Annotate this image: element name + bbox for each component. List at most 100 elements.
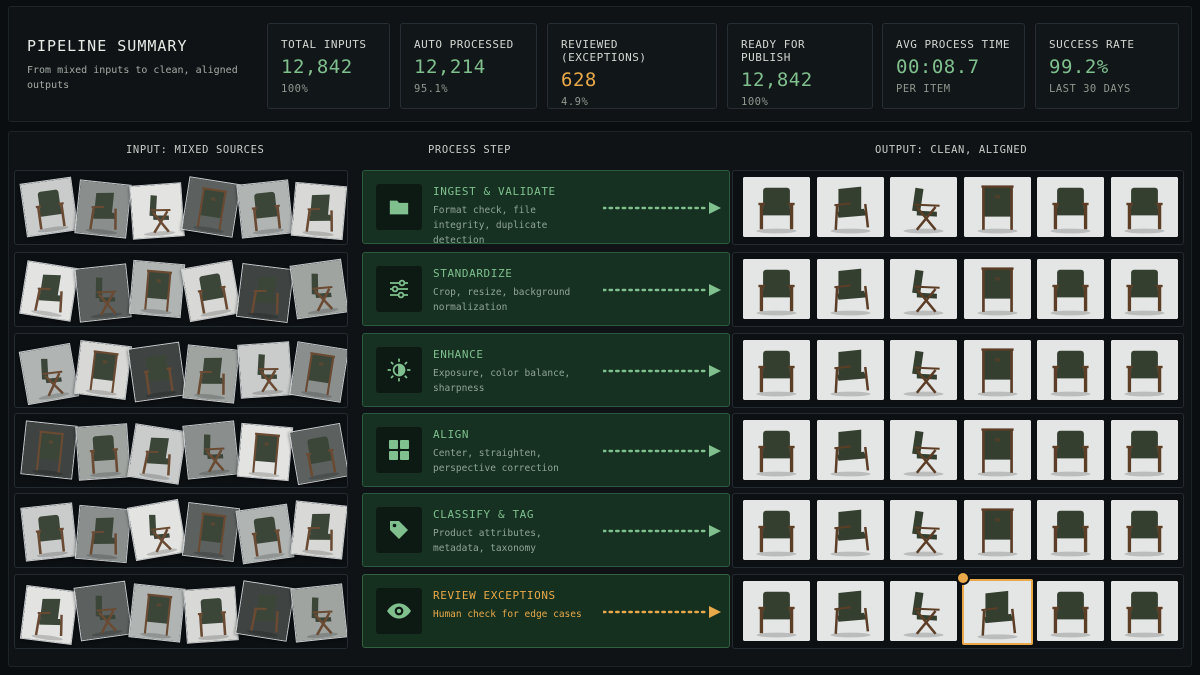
output-photo[interactable] bbox=[743, 500, 810, 560]
input-photo[interactable] bbox=[128, 583, 186, 643]
input-photo[interactable] bbox=[73, 340, 133, 400]
stat-total-inputs: TOTAL INPUTS 12,842 100% bbox=[267, 23, 390, 109]
input-photo[interactable] bbox=[74, 504, 132, 564]
output-photo[interactable] bbox=[743, 581, 810, 641]
output-photo[interactable] bbox=[1037, 420, 1104, 480]
page-title: PIPELINE SUMMARY bbox=[27, 37, 188, 55]
input-photo[interactable] bbox=[183, 586, 239, 644]
output-photo[interactable] bbox=[963, 500, 1031, 560]
output-photo[interactable] bbox=[743, 259, 810, 319]
input-photo[interactable] bbox=[20, 420, 78, 480]
input-photo[interactable] bbox=[237, 341, 293, 399]
input-photo[interactable] bbox=[181, 502, 241, 562]
output-photo[interactable] bbox=[1037, 340, 1104, 400]
input-photo[interactable] bbox=[18, 342, 80, 406]
output-photo[interactable] bbox=[890, 177, 957, 237]
input-photo[interactable] bbox=[20, 502, 78, 562]
output-photo[interactable] bbox=[1037, 177, 1104, 237]
input-photo[interactable] bbox=[74, 263, 132, 323]
process-step-card[interactable]: INGEST & VALIDATE Format check, file int… bbox=[362, 170, 730, 246]
flow-arrow-icon bbox=[603, 445, 721, 457]
output-photo[interactable] bbox=[890, 420, 957, 480]
output-photo[interactable] bbox=[963, 177, 1031, 237]
process-step-card[interactable]: ALIGN Center, straighten, perspective co… bbox=[362, 413, 730, 487]
stat-sub: 95.1% bbox=[414, 83, 449, 95]
process-step-card[interactable]: STANDARDIZE Crop, resize, background nor… bbox=[362, 252, 730, 326]
output-strip bbox=[732, 571, 1184, 649]
flow-arrow-icon bbox=[603, 365, 721, 377]
output-photo[interactable] bbox=[1037, 500, 1104, 560]
input-photo[interactable] bbox=[290, 181, 347, 241]
input-photo[interactable] bbox=[182, 344, 240, 404]
output-photo[interactable] bbox=[816, 581, 884, 641]
process-step-card[interactable]: ENHANCE Exposure, color balance, sharpne… bbox=[362, 333, 730, 407]
flow-arrow-icon bbox=[603, 202, 721, 214]
output-photo[interactable] bbox=[816, 420, 884, 480]
output-photo[interactable] bbox=[816, 340, 884, 400]
output-photo[interactable] bbox=[963, 259, 1031, 319]
stat-label: TOTAL INPUTS bbox=[281, 38, 367, 51]
step-title: INGEST & VALIDATE bbox=[433, 185, 556, 198]
input-photo[interactable] bbox=[289, 341, 347, 403]
input-photo[interactable] bbox=[75, 423, 131, 481]
input-photo[interactable] bbox=[182, 420, 240, 480]
step-description: Human check for edge cases bbox=[433, 609, 582, 620]
input-photo[interactable] bbox=[127, 341, 187, 403]
stat-value: 12,214 bbox=[414, 56, 486, 78]
output-photo[interactable] bbox=[890, 340, 957, 400]
output-photo[interactable] bbox=[1037, 581, 1104, 641]
input-photo[interactable] bbox=[236, 422, 294, 482]
step-description: Crop, resize, background normalization bbox=[433, 287, 571, 313]
output-photo[interactable] bbox=[1110, 581, 1178, 641]
output-photo[interactable] bbox=[1110, 177, 1178, 237]
stat-sub: PER ITEM bbox=[896, 83, 951, 95]
input-photo[interactable] bbox=[126, 498, 188, 562]
output-photo[interactable] bbox=[816, 500, 884, 560]
input-photo[interactable] bbox=[181, 176, 241, 238]
process-step-card[interactable]: CLASSIFY & TAG Product attributes, metad… bbox=[362, 493, 730, 567]
output-photo[interactable] bbox=[1110, 259, 1178, 319]
output-photo[interactable] bbox=[1110, 420, 1178, 480]
input-strip bbox=[14, 170, 348, 245]
stat-label: READY FOR PUBLISH bbox=[741, 38, 806, 64]
input-photo[interactable] bbox=[73, 580, 133, 642]
process-step-card[interactable]: REVIEW EXCEPTIONS Human check for edge c… bbox=[362, 574, 730, 648]
input-photo[interactable] bbox=[129, 182, 185, 240]
input-photo[interactable] bbox=[19, 176, 79, 238]
input-photo[interactable] bbox=[19, 585, 79, 645]
input-photo[interactable] bbox=[235, 263, 295, 323]
stat-sub: 100% bbox=[741, 96, 769, 108]
input-photo[interactable] bbox=[236, 179, 294, 239]
output-photo[interactable] bbox=[816, 259, 884, 319]
input-photo[interactable] bbox=[290, 583, 347, 643]
stat-label: REVIEWED (EXCEPTIONS) bbox=[561, 38, 647, 64]
output-photo[interactable] bbox=[743, 340, 810, 400]
input-photo[interactable] bbox=[127, 423, 187, 485]
output-photo[interactable] bbox=[816, 177, 884, 237]
input-photo[interactable] bbox=[235, 580, 295, 642]
input-photo[interactable] bbox=[180, 259, 242, 323]
input-photo[interactable] bbox=[288, 422, 347, 486]
output-photo-flagged[interactable] bbox=[962, 579, 1033, 645]
output-photo[interactable] bbox=[963, 340, 1031, 400]
input-photo[interactable] bbox=[290, 500, 347, 560]
output-photo[interactable] bbox=[743, 420, 810, 480]
output-photo[interactable] bbox=[963, 420, 1031, 480]
step-description: Center, straighten, perspective correcti… bbox=[433, 448, 559, 474]
input-strip bbox=[14, 574, 348, 649]
output-photo[interactable] bbox=[1110, 340, 1178, 400]
output-photo[interactable] bbox=[1110, 500, 1178, 560]
output-photo[interactable] bbox=[890, 500, 957, 560]
output-photo[interactable] bbox=[890, 259, 957, 319]
input-photo[interactable] bbox=[289, 258, 347, 320]
output-photo[interactable] bbox=[890, 581, 957, 641]
output-photo[interactable] bbox=[1037, 259, 1104, 319]
input-photo[interactable] bbox=[235, 503, 295, 565]
input-photo[interactable] bbox=[74, 179, 132, 239]
input-photo[interactable] bbox=[19, 260, 79, 322]
step-description: Format check, file integrity, duplicate … bbox=[433, 205, 548, 246]
stat-label: AVG PROCESS TIME bbox=[896, 38, 1010, 51]
output-strip bbox=[732, 252, 1184, 327]
input-photo[interactable] bbox=[128, 259, 186, 319]
output-photo[interactable] bbox=[743, 177, 810, 237]
